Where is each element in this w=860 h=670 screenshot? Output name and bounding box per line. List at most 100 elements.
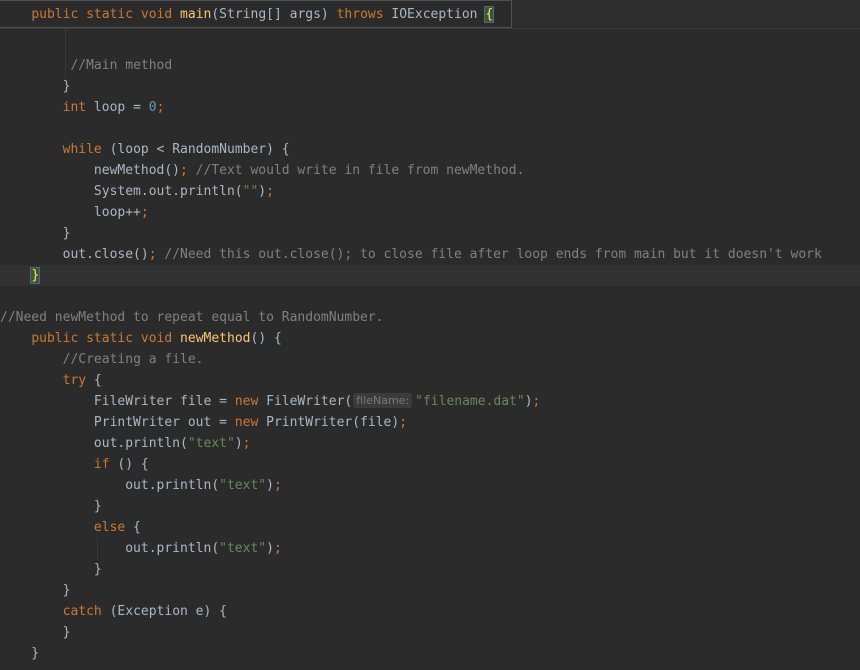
code-token: { — [125, 520, 141, 535]
code-line[interactable] — [0, 286, 860, 307]
code-token: static — [86, 331, 134, 346]
code-line[interactable]: } — [0, 76, 860, 97]
code-token: newMethod() — [0, 163, 181, 178]
code-line[interactable]: int loop = 0; — [0, 97, 860, 118]
code-token: while — [62, 142, 102, 157]
code-line[interactable]: //Need newMethod to repeat equal to Rand… — [0, 307, 860, 328]
code-line[interactable]: System.out.println(""); — [0, 181, 860, 202]
code-line[interactable]: //Creating a file. — [0, 349, 860, 370]
code-token: ; — [156, 100, 165, 115]
code-token: 0 — [148, 100, 157, 115]
code-line[interactable]: out.println("text"); — [0, 538, 860, 559]
code-token: ; — [180, 163, 188, 178]
code-token: //Need this out.close(); to close file a… — [164, 247, 822, 262]
code-token: } — [0, 646, 40, 661]
matched-brace: { — [484, 6, 495, 23]
code-token: loop++ — [0, 205, 141, 220]
code-line[interactable] — [0, 34, 860, 55]
code-token: IOException — [383, 7, 486, 22]
code-line[interactable]: newMethod(); //Text would write in file … — [0, 160, 860, 181]
code-token: ; — [273, 478, 282, 493]
code-token: () { — [250, 331, 282, 346]
code-token: throws — [336, 7, 384, 22]
code-token: new — [234, 394, 259, 409]
sticky-method-header[interactable]: public static void main(String[] args) t… — [0, 0, 512, 28]
code-token: loop = — [86, 100, 149, 115]
code-line[interactable] — [0, 118, 860, 139]
code-token: "text" — [219, 541, 267, 556]
code-token: { — [86, 373, 102, 388]
code-line[interactable]: } — [0, 643, 860, 664]
code-editor[interactable]: //Main method } int loop = 0; while (loo… — [0, 0, 860, 670]
code-token: } — [0, 226, 71, 241]
matched-brace: } — [30, 267, 41, 284]
code-token: (String[] args) — [211, 7, 337, 22]
code-line[interactable]: FileWriter file = new FileWriter(fileNam… — [0, 391, 860, 412]
code-token: ; — [148, 247, 157, 262]
code-token: out.close() — [0, 247, 149, 262]
code-token: (Exception e) { — [101, 604, 227, 619]
code-line[interactable]: public static void newMethod() { — [0, 328, 860, 349]
code-line[interactable]: out.println("text"); — [0, 475, 860, 496]
code-token: //Main method — [70, 58, 173, 73]
code-token: public — [31, 331, 79, 346]
code-token: ) — [524, 394, 533, 409]
code-token: out.println( — [0, 436, 188, 451]
code-line[interactable]: } — [0, 622, 860, 643]
code-token: FileWriter( — [258, 394, 353, 409]
code-token: System.out.println( — [0, 184, 243, 199]
code-token: try — [62, 373, 87, 388]
code-line[interactable]: } — [0, 496, 860, 517]
code-token: } — [0, 499, 102, 514]
code-token: ; — [242, 436, 251, 451]
code-line[interactable]: else { — [0, 517, 860, 538]
code-line[interactable]: while (loop < RandomNumber) { — [0, 139, 860, 160]
code-token: } — [0, 79, 71, 94]
code-line[interactable]: out.close(); //Need this out.close(); to… — [0, 244, 860, 265]
code-token: ) — [234, 436, 243, 451]
code-line[interactable]: out.println("text"); — [0, 433, 860, 454]
parameter-hint: fileName: — [353, 393, 413, 408]
code-line[interactable]: //Main method — [0, 55, 860, 76]
code-line-current[interactable]: } — [0, 265, 860, 286]
code-line[interactable]: if () { — [0, 454, 860, 475]
code-token: "text" — [187, 436, 235, 451]
code-line[interactable]: } — [0, 580, 860, 601]
code-line[interactable]: catch (Exception e) { — [0, 601, 860, 622]
code-token: out.println( — [0, 541, 220, 556]
code-token: //Creating a file. — [62, 352, 204, 367]
code-token: "text" — [219, 478, 267, 493]
code-token: //Need newMethod to repeat equal to Rand… — [0, 310, 384, 325]
code-line[interactable]: try { — [0, 370, 860, 391]
code-token: (loop < RandomNumber) { — [101, 142, 290, 157]
code-line[interactable]: } — [0, 223, 860, 244]
code-token: } — [0, 583, 71, 598]
code-token: out.println( — [0, 478, 220, 493]
code-token: ; — [532, 394, 541, 409]
code-line[interactable]: PrintWriter out = new PrintWriter(file); — [0, 412, 860, 433]
code-token: static — [86, 7, 134, 22]
code-token: void — [140, 7, 173, 22]
code-line[interactable]: } — [0, 559, 860, 580]
code-line[interactable]: loop++; — [0, 202, 860, 223]
code-token: else — [93, 520, 126, 535]
code-token: void — [140, 331, 173, 346]
code-token: new — [234, 415, 259, 430]
